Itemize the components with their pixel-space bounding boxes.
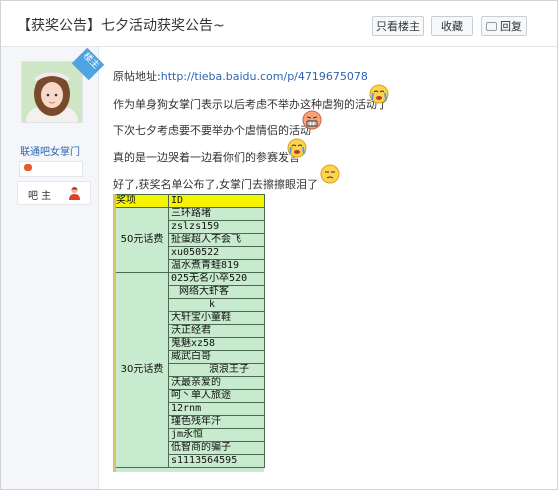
post-title: 【获奖公告】七夕活动获奖公告~: [17, 18, 225, 34]
prize-cell: 30元话费: [113, 272, 169, 468]
game-controller-icon: [24, 164, 32, 171]
winner-id-cell: 浪浪王子: [168, 363, 265, 377]
winner-id-cell: 鬼魅xz58: [168, 337, 265, 351]
post-line-1: 作为单身狗女掌门表示以后考虑不举办这种虐狗的活动了: [113, 98, 388, 111]
winner-id-cell: zslzs159: [168, 220, 265, 234]
winner-id-cell: 025无名小卒520: [168, 272, 265, 286]
level-box: [19, 161, 83, 177]
winner-id-cell: s1113564595: [168, 454, 265, 468]
table-row: 50元话费 三环路堵: [113, 207, 265, 273]
forum-owner-label: 吧 主: [28, 191, 52, 202]
winners-table: 奖项 ID 50元话费 三环路堵 zslzs159 扯蛋超人不会飞 xu050522 温水煮青…: [113, 194, 265, 468]
winner-id-cell: k: [168, 298, 265, 312]
winner-id-cell: 网络大虾客: [168, 285, 265, 299]
angry-face-icon: [302, 110, 322, 130]
source-link[interactable]: http://tieba.baidu.com/p/4719675078: [161, 70, 368, 83]
author-username[interactable]: 联通吧女掌门: [17, 143, 83, 158]
winner-id-cell: 威武白哥: [168, 350, 265, 364]
table-row: 30元话费 025无名小卒520: [113, 272, 265, 468]
source-prefix: 原帖地址:: [113, 70, 161, 83]
author-sidebar: 楼主 联通吧女掌门 吧 主: [1, 47, 105, 489]
winner-id-cell: 瑾色残年汘: [168, 415, 265, 429]
only-owner-button[interactable]: 只看楼主: [372, 16, 424, 36]
winner-id-cell: 沃正经君: [168, 324, 265, 338]
winner-id-cell: 三环路堵: [168, 207, 265, 221]
header-prize: 奖项: [113, 194, 169, 208]
winner-id-cell: xu050522: [168, 246, 265, 260]
post-line-4: 好了,获奖名单公布了,女掌门去擦擦眼泪了: [113, 178, 318, 191]
reply-icon: [486, 22, 497, 31]
winner-id-cell: 呵丶单人旅途: [168, 389, 265, 403]
favorite-button[interactable]: 收藏: [431, 16, 473, 36]
post-line-3: 真的是一边哭着一边看你们的参赛发言: [113, 151, 300, 164]
winner-id-cell: 低智商的骗子: [168, 441, 265, 455]
user-avatar-icon: [69, 186, 80, 200]
post-line-2: 下次七夕考虑要不要举办个虐情侣的活动: [113, 124, 311, 137]
avatar[interactable]: [21, 61, 83, 123]
crying-face-icon: [369, 84, 389, 104]
winner-id-cell: 温水煮青蛙819: [168, 259, 265, 273]
winner-id-cell: 大轩宝小童鞋: [168, 311, 265, 325]
reply-button[interactable]: 回复: [481, 16, 527, 36]
header-id: ID: [168, 194, 265, 208]
source-line: 原帖地址:http://tieba.baidu.com/p/4719675078: [113, 68, 368, 84]
reply-label: 回复: [500, 20, 522, 33]
sheet-edge: [113, 194, 116, 472]
post-header: 【获奖公告】七夕活动获奖公告~ 只看楼主 收藏 回复: [1, 1, 557, 47]
winner-id-cell: 12rnm: [168, 402, 265, 416]
winner-id-cell: jm永恒: [168, 428, 265, 442]
forum-owner-box: 吧 主: [17, 181, 91, 205]
prize-cell: 50元话费: [113, 207, 169, 273]
winner-id-cell: 沃最亲爱的: [168, 376, 265, 390]
winners-table-image: 奖项 ID 50元话费 三环路堵 zslzs159 扯蛋超人不会飞 xu050522 温水煮青…: [113, 194, 265, 472]
sighing-face-icon: [320, 164, 340, 184]
table-header-row: 奖项 ID: [113, 194, 265, 208]
crying-face-icon: [287, 138, 307, 158]
winner-id-cell: 扯蛋超人不会飞: [168, 233, 265, 247]
